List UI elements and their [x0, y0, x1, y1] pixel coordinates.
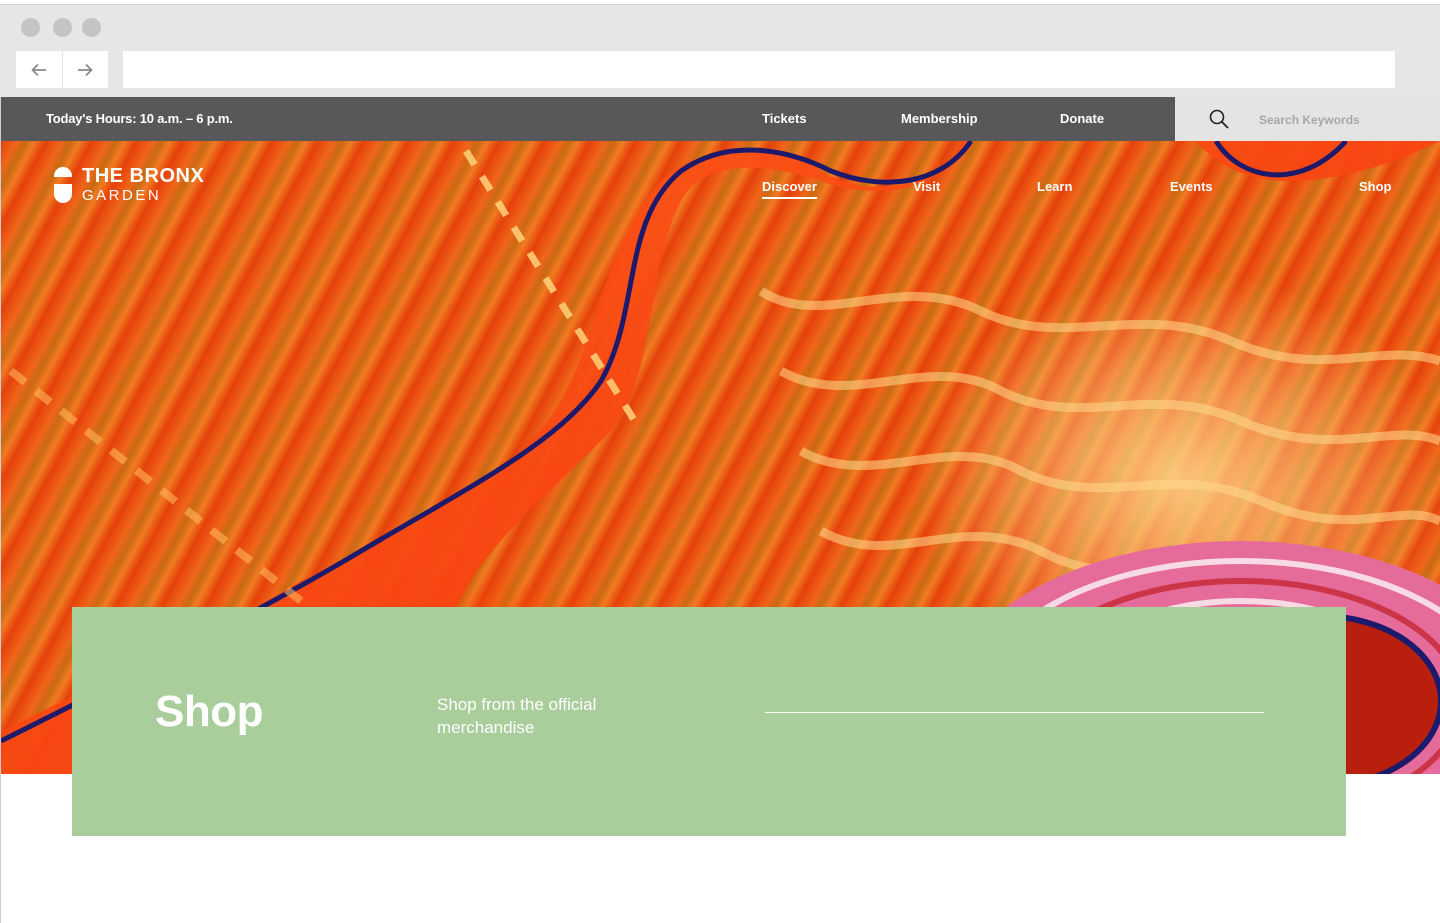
- utility-bar: Today's Hours: 10 a.m. – 6 p.m. Tickets …: [1, 97, 1175, 141]
- logo-mark-icon: [54, 167, 72, 203]
- shop-panel: Shop Shop from the official merchandise: [72, 607, 1346, 836]
- address-bar[interactable]: [123, 51, 1395, 88]
- donate-link[interactable]: Donate: [1060, 97, 1104, 141]
- membership-link[interactable]: Membership: [901, 97, 978, 141]
- nav-visit[interactable]: Visit: [913, 179, 940, 194]
- arrow-right-icon: [78, 63, 94, 76]
- page-description: Shop from the official merchandise: [437, 695, 597, 737]
- todays-hours: Today's Hours: 10 a.m. – 6 p.m.: [46, 111, 233, 126]
- arrow-left-icon: [30, 63, 46, 76]
- window-close-dot[interactable]: [21, 18, 40, 37]
- window-minimize-dot[interactable]: [53, 18, 72, 37]
- nav-discover[interactable]: Discover: [762, 179, 817, 199]
- nav-events[interactable]: Events: [1170, 179, 1213, 194]
- logo-line-2: GARDEN: [82, 187, 162, 204]
- divider-line: [765, 712, 1264, 713]
- nav-learn[interactable]: Learn: [1037, 179, 1072, 194]
- nav-shop[interactable]: Shop: [1359, 179, 1392, 194]
- page-title: Shop: [155, 687, 263, 736]
- search-area: [1175, 97, 1440, 141]
- browser-chrome: [0, 4, 1440, 98]
- tickets-link[interactable]: Tickets: [762, 97, 807, 141]
- search-input[interactable]: [1257, 106, 1431, 134]
- back-button[interactable]: [16, 51, 62, 88]
- forward-button[interactable]: [61, 51, 109, 88]
- window-zoom-dot[interactable]: [82, 18, 101, 37]
- history-buttons: [16, 51, 108, 88]
- logo-line-1: THE BRONX: [82, 165, 205, 187]
- search-icon[interactable]: [1209, 109, 1229, 129]
- garden-logo[interactable]: THE BRONX GARDEN: [54, 165, 224, 207]
